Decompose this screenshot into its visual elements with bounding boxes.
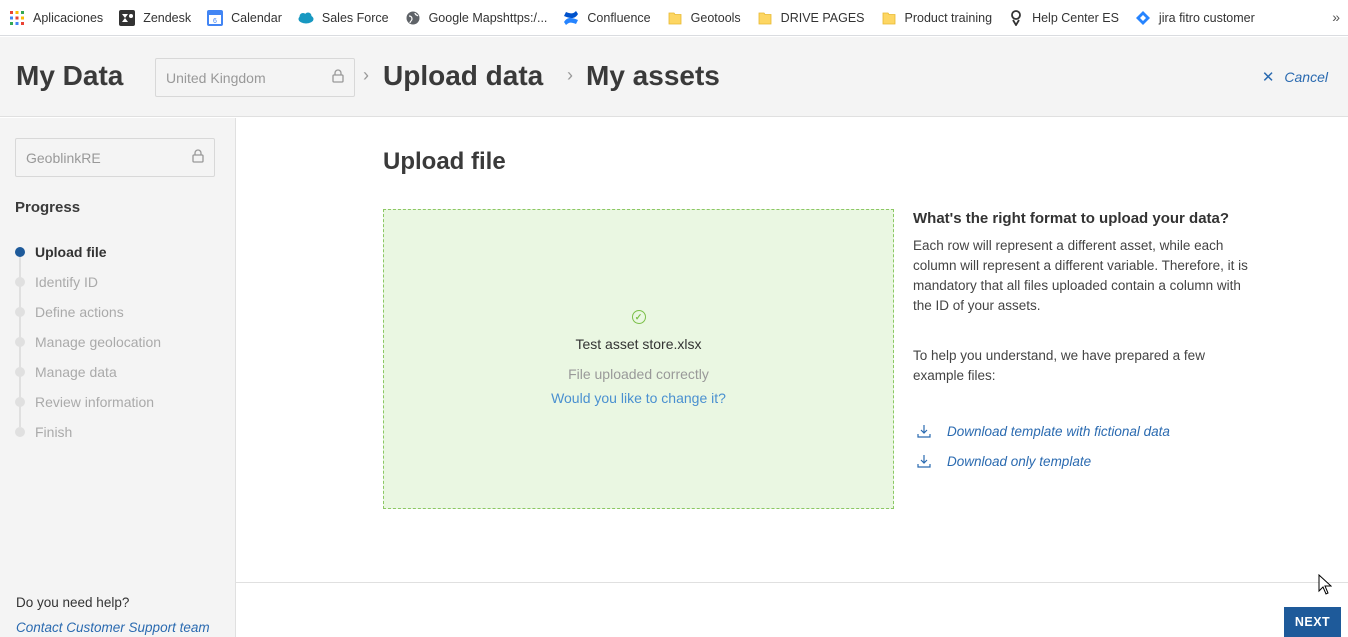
download-fictional-template-link[interactable]: Download template with fictional data <box>913 416 1253 446</box>
bookmark-label: DRIVE PAGES <box>780 10 865 25</box>
more-bookmarks-icon[interactable]: » <box>1332 9 1340 25</box>
bookmark-label: Sales Force <box>321 10 389 25</box>
breadcrumb-chevron-icon: › <box>567 65 573 85</box>
bookmark-zendesk[interactable]: Zendesk <box>119 6 199 30</box>
country-selector: United Kingdom <box>155 58 355 97</box>
svg-text:6: 6 <box>213 18 217 25</box>
bookmark-sales-force[interactable]: Sales Force <box>298 6 397 30</box>
account-selector: GeoblinkRE <box>15 138 215 177</box>
bookmark-aplicaciones[interactable]: Aplicaciones <box>9 6 111 30</box>
download-icon <box>917 454 931 468</box>
contact-support-link[interactable]: Contact Customer Support team <box>16 620 210 635</box>
step-label: Upload file <box>35 244 107 260</box>
bookmark-geotools[interactable]: Geotools <box>667 6 749 30</box>
section-title: Upload file <box>383 148 506 175</box>
bookmarks-bar: Aplicaciones Zendesk 6 Calendar Sales Fo… <box>0 0 1348 36</box>
globe-icon <box>405 10 421 26</box>
breadcrumb-upload-data[interactable]: Upload data <box>383 60 543 92</box>
zendesk-icon <box>119 9 136 26</box>
folder-icon <box>881 10 897 26</box>
upload-status: File uploaded correctly <box>568 366 709 382</box>
confluence-icon <box>563 10 579 26</box>
apps-grid-icon <box>9 10 25 26</box>
bookmark-label: Product training <box>904 10 993 25</box>
progress-title: Progress <box>15 199 81 216</box>
step-upload-file: Upload file <box>15 237 161 267</box>
step-label: Finish <box>35 424 73 440</box>
download-label: Download only template <box>947 453 1092 469</box>
step-dot <box>15 367 25 377</box>
bookmark-label: jira fitro customer <box>1158 10 1255 25</box>
step-label: Identify ID <box>35 274 99 290</box>
format-info-text: Each row will represent a different asse… <box>913 238 1248 313</box>
cancel-button[interactable]: ✕ Cancel <box>1262 68 1328 86</box>
format-info-heading: What's the right format to upload your d… <box>913 210 1230 227</box>
bookmark-calendar[interactable]: 6 Calendar <box>207 6 290 30</box>
breadcrumb-my-assets: My assets <box>586 60 720 91</box>
step-dot <box>15 397 25 407</box>
bookmark-help-center-es[interactable]: Help Center ES <box>1008 6 1127 30</box>
download-label: Download template with fictional data <box>947 423 1170 439</box>
file-dropzone[interactable]: ✓ Test asset store.xlsx File uploaded co… <box>383 209 894 509</box>
breadcrumb-chevron-icon: › <box>363 65 369 85</box>
check-circle-icon: ✓ <box>631 310 646 324</box>
uploaded-file-name: Test asset store.xlsx <box>575 336 702 352</box>
help-question: Do you need help? <box>16 595 130 610</box>
calendar-icon: 6 <box>207 9 224 26</box>
folder-icon <box>667 10 683 26</box>
zendesk-guide-icon <box>1008 9 1024 26</box>
step-label: Manage geolocation <box>35 334 162 350</box>
bookmark-label: Help Center ES <box>1032 10 1119 25</box>
step-label: Review information <box>35 394 155 410</box>
account-value: GeoblinkRE <box>26 149 101 166</box>
bookmark-label: Aplicaciones <box>33 10 104 25</box>
page-title: My Data <box>16 60 124 91</box>
close-icon: ✕ <box>1261 69 1275 86</box>
step-dot <box>15 337 25 347</box>
download-icon <box>917 424 931 438</box>
folder-icon <box>757 10 773 26</box>
example-files-text: To help you understand, we have prepared… <box>913 348 1205 383</box>
progress-sidebar: GeoblinkRE Progress Upload file Identify… <box>0 118 236 637</box>
step-label: Manage data <box>35 364 117 380</box>
step-dot <box>15 307 25 317</box>
bookmark-label: Calendar <box>231 10 282 25</box>
change-file-link[interactable]: Would you like to change it? <box>551 390 726 406</box>
cancel-label: Cancel <box>1284 69 1328 85</box>
step-manage-data: Manage data <box>15 357 161 387</box>
lock-icon <box>192 149 204 166</box>
bookmark-label: Zendesk <box>143 10 192 25</box>
step-dot <box>15 277 25 287</box>
step-define-actions: Define actions <box>15 297 161 327</box>
bookmark-label: Geotools <box>690 10 741 25</box>
step-label: Define actions <box>35 304 124 320</box>
bookmark-label: Confluence <box>587 10 651 25</box>
step-manage-geolocation: Manage geolocation <box>15 327 161 357</box>
bookmark-product-training[interactable]: Product training <box>881 6 1001 30</box>
bookmark-drive-pages[interactable]: DRIVE PAGES <box>757 6 873 30</box>
jira-icon <box>1135 10 1151 26</box>
lock-icon <box>332 69 344 86</box>
step-dot <box>15 247 25 257</box>
bookmark-jira-fitro-customer[interactable]: jira fitro customer <box>1135 6 1263 30</box>
step-finish: Finish <box>15 417 161 447</box>
download-template-link[interactable]: Download only template <box>913 446 1253 476</box>
footer-divider <box>236 582 1348 583</box>
mouse-cursor-icon <box>1318 574 1332 595</box>
bookmark-confluence[interactable]: Confluence <box>563 6 658 30</box>
step-review-information: Review information <box>15 387 161 417</box>
next-button[interactable]: NEXT <box>1284 607 1341 637</box>
page-header: My Data United Kingdom › Upload data › M… <box>0 37 1348 117</box>
bookmark-google-maps[interactable]: Google Mapshttps:/... <box>405 6 556 30</box>
format-info-panel: What's the right format to upload your d… <box>913 210 1253 476</box>
country-value: United Kingdom <box>166 69 266 86</box>
step-dot <box>15 427 25 437</box>
bookmark-label: Google Mapshttps:/... <box>428 10 548 25</box>
download-links: Download template with fictional data Do… <box>913 416 1253 476</box>
step-identify-id: Identify ID <box>15 267 161 297</box>
salesforce-cloud-icon <box>298 10 314 26</box>
progress-steps: Upload file Identify ID Define actions M… <box>15 237 161 447</box>
